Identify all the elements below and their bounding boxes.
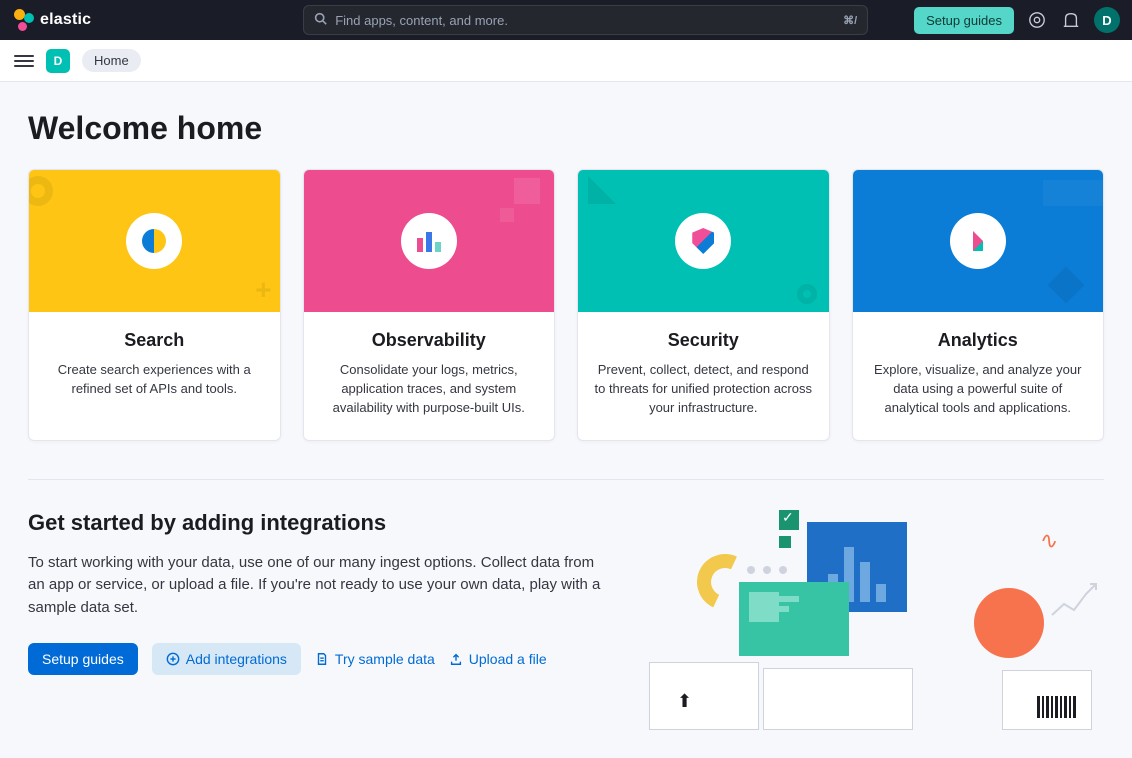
nav-toggle-icon[interactable]	[14, 51, 34, 71]
card-title: Security	[594, 330, 813, 351]
card-desc: Consolidate your logs, metrics, applicat…	[320, 361, 539, 418]
setup-guides-button-inline[interactable]: Setup guides	[28, 643, 138, 675]
brand-text: elastic	[40, 11, 91, 29]
card-desc: Prevent, collect, detect, and respond to…	[594, 361, 813, 418]
search-icon	[314, 12, 327, 28]
search-product-icon	[142, 229, 166, 253]
card-title: Analytics	[869, 330, 1088, 351]
integrations-section: Get started by adding integrations To st…	[28, 510, 1104, 730]
page-content: Welcome home + Search Create search expe…	[0, 82, 1132, 758]
add-integrations-button[interactable]: Add integrations	[152, 643, 301, 675]
page-title: Welcome home	[28, 110, 1104, 147]
plus-circle-icon	[166, 652, 180, 666]
card-title: Observability	[320, 330, 539, 351]
integrations-title: Get started by adding integrations	[28, 510, 609, 536]
card-hero-search: +	[29, 170, 280, 312]
setup-guides-button[interactable]: Setup guides	[914, 7, 1014, 34]
newsfeed-icon[interactable]	[1060, 9, 1082, 31]
integrations-text: To start working with your data, use one…	[28, 552, 609, 620]
integrations-actions: Setup guides Add integrations Try sample…	[28, 643, 609, 675]
brand-logo[interactable]: elastic	[12, 9, 91, 31]
card-desc: Create search experiences with a refined…	[45, 361, 264, 399]
upload-file-label: Upload a file	[469, 651, 547, 667]
card-search[interactable]: + Search Create search experiences with …	[28, 169, 281, 441]
card-hero-observability	[304, 170, 555, 312]
add-integrations-label: Add integrations	[186, 651, 287, 667]
document-icon	[315, 652, 329, 666]
global-search[interactable]: Find apps, content, and more. ⌘/	[303, 5, 868, 35]
top-bar: elastic Find apps, content, and more. ⌘/…	[0, 0, 1132, 40]
card-title: Search	[45, 330, 264, 351]
upload-icon	[449, 652, 463, 666]
observability-product-icon	[417, 230, 441, 252]
divider	[28, 479, 1104, 480]
elastic-logo-icon	[12, 9, 34, 31]
sub-header: D Home	[0, 40, 1132, 82]
top-bar-right: Setup guides D	[914, 7, 1120, 34]
solution-cards: + Search Create search experiences with …	[28, 169, 1104, 441]
integrations-illustration: ∿ ⬆	[639, 510, 1104, 730]
card-observability[interactable]: Observability Consolidate your logs, met…	[303, 169, 556, 441]
try-sample-data-link[interactable]: Try sample data	[315, 651, 435, 667]
space-selector[interactable]: D	[46, 49, 70, 73]
upload-file-link[interactable]: Upload a file	[449, 651, 547, 667]
card-hero-analytics	[853, 170, 1104, 312]
card-analytics[interactable]: Analytics Explore, visualize, and analyz…	[852, 169, 1105, 441]
card-desc: Explore, visualize, and analyze your dat…	[869, 361, 1088, 418]
try-sample-label: Try sample data	[335, 651, 435, 667]
breadcrumb-home[interactable]: Home	[82, 49, 141, 72]
security-product-icon	[692, 228, 714, 254]
keyboard-shortcut-hint: ⌘/	[843, 14, 857, 27]
analytics-product-icon	[973, 231, 983, 251]
card-hero-security	[578, 170, 829, 312]
user-avatar[interactable]: D	[1094, 7, 1120, 33]
card-security[interactable]: Security Prevent, collect, detect, and r…	[577, 169, 830, 441]
search-placeholder: Find apps, content, and more.	[335, 13, 835, 28]
help-icon[interactable]	[1026, 9, 1048, 31]
